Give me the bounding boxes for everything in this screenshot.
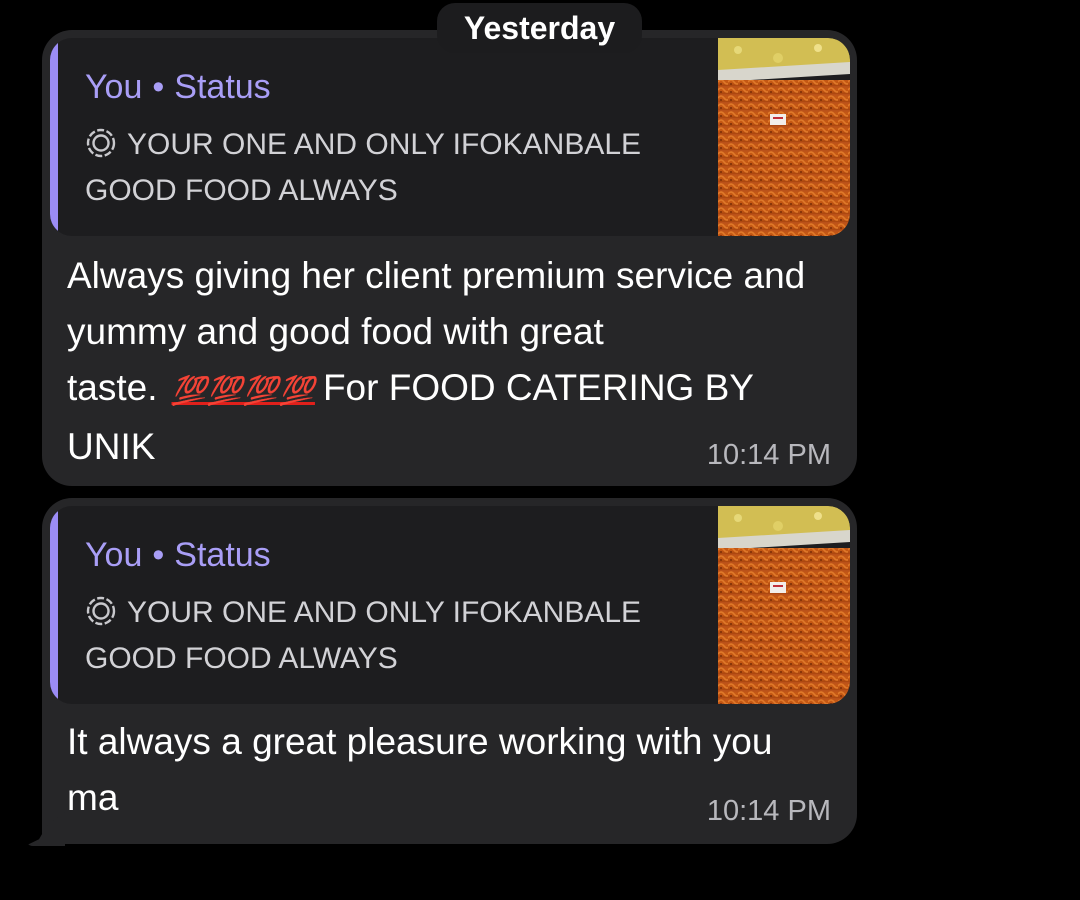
status-reply-quote[interactable]: You • Status YOUR ONE AND ONLY IFOKANBALE … [50,38,850,236]
quote-label: Status [174,536,271,574]
quote-accent-bar [50,38,58,236]
quote-separator: • [152,68,165,106]
message-bubble[interactable]: You • Status YOUR ONE AND ONLY IFOKANBALE … [42,30,857,486]
hundred-points-icon: 💯💯💯💯 [171,375,315,406]
bubble-tail [25,812,65,846]
quote-separator: • [152,536,165,574]
quote-accent-bar [50,506,58,704]
date-separator: Yesterday [437,3,642,53]
message-timestamp: 10:14 PM [706,795,831,827]
quote-label: Status [174,68,271,106]
quote-header: You • Status [85,68,271,107]
quote-sender: You [85,536,143,574]
quote-sender: You [85,68,143,106]
quote-text: YOUR ONE AND ONLY IFOKANBALE GOOD FOOD A… [85,128,642,207]
food-thumbnail-image[interactable] [718,38,850,236]
message-text-part-2: For FOOD CATERING BY UNIK [67,367,754,467]
message-timestamp: 10:14 PM [706,439,831,471]
quote-text: YOUR ONE AND ONLY IFOKANBALE GOOD FOOD A… [85,596,642,675]
message-bubble[interactable]: You • Status YOUR ONE AND ONLY IFOKANBALE … [42,498,857,844]
status-reply-quote[interactable]: You • Status YOUR ONE AND ONLY IFOKANBALE … [50,506,850,704]
food-thumbnail-image[interactable] [718,506,850,704]
quote-header: You • Status [85,536,271,575]
chat-screen: Yesterday You • Status YOUR ONE AND ONLY I… [0,0,1080,900]
